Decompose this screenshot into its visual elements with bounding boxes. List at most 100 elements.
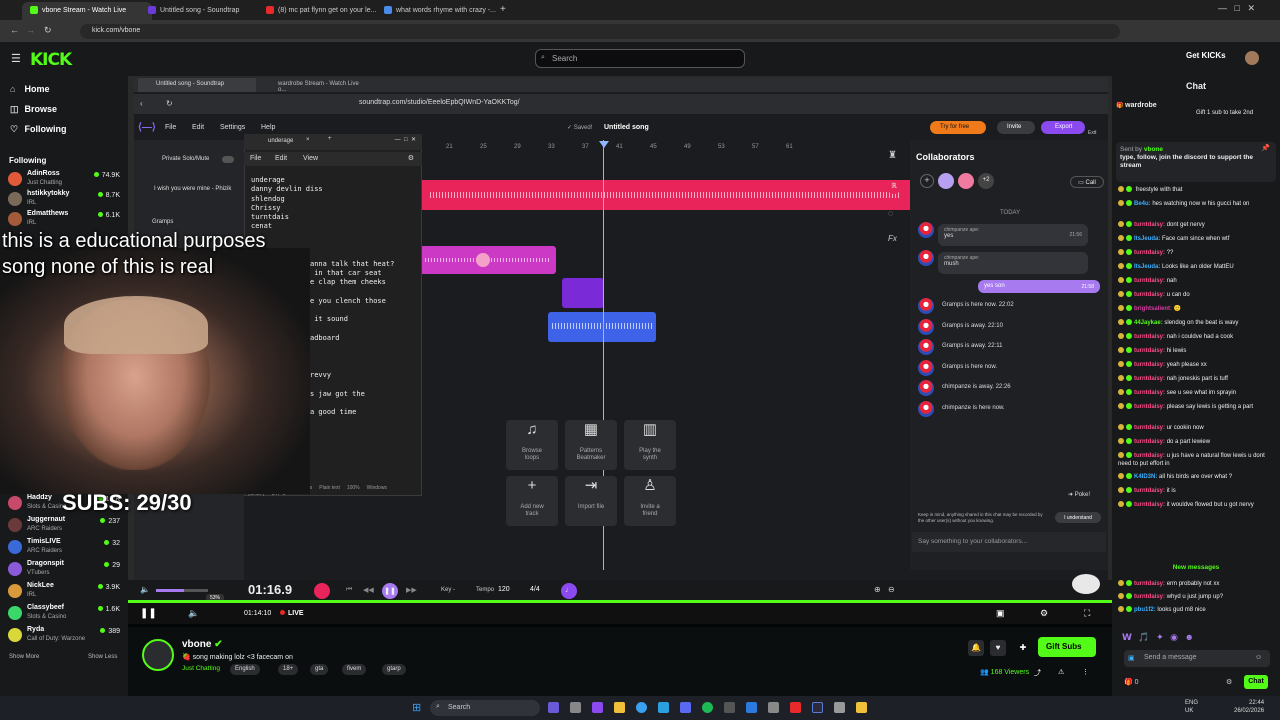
- gift-icon[interactable]: ✚: [1014, 640, 1032, 656]
- settings-icon[interactable]: ⚙: [408, 154, 414, 162]
- stream-tag[interactable]: gta: [310, 664, 329, 675]
- pause-button[interactable]: ❚❚: [382, 583, 398, 599]
- heart-icon[interactable]: ♥: [990, 640, 1006, 656]
- following-item[interactable]: NickLee IRL 3.9K: [8, 582, 123, 604]
- sidebar-item-browse[interactable]: ◫ Browse: [10, 104, 57, 115]
- forward-icon[interactable]: →: [26, 25, 35, 35]
- np-menu-file[interactable]: File: [250, 155, 261, 162]
- chat-message[interactable]: turntdaisy: ??: [1118, 249, 1276, 257]
- chat-username[interactable]: turntdaisy:: [1134, 348, 1165, 354]
- exit-button[interactable]: Exit: [1088, 130, 1096, 136]
- streamer-name[interactable]: vbone ✔: [182, 639, 223, 650]
- zoom-in-icon[interactable]: ⊕: [874, 585, 881, 594]
- avatar[interactable]: [1245, 51, 1259, 65]
- reload-icon[interactable]: ↻: [44, 25, 52, 36]
- np-menu-view[interactable]: View: [303, 155, 318, 162]
- tuner-icon[interactable]: ♜: [888, 150, 897, 161]
- back-icon[interactable]: ◀◀: [363, 586, 374, 594]
- chat-username[interactable]: turntdaisy:: [1134, 581, 1165, 587]
- chat-message[interactable]: turntdaisy: hi lewis: [1118, 347, 1276, 355]
- stream-tag[interactable]: 18+: [278, 664, 299, 675]
- understand-button[interactable]: I understand: [1055, 512, 1101, 523]
- invite-button[interactable]: Invite: [997, 121, 1035, 134]
- following-item[interactable]: TimisLIVE ARC Raiders 32: [8, 538, 123, 560]
- timeline-ruler[interactable]: 21 25 29 33 37 41 45 49 53 57 61: [420, 142, 910, 154]
- gift-subs-button[interactable]: Gift Subs: [1038, 637, 1096, 657]
- tab-soundtrap[interactable]: Untitled song - Soundtrap: [140, 2, 270, 20]
- chat-username[interactable]: turntdaisy:: [1134, 376, 1165, 382]
- private-solo-toggle[interactable]: [222, 156, 234, 163]
- midi-clip-purple[interactable]: [562, 278, 604, 308]
- chat-message[interactable]: turntdaisy: whyd u just jump up?: [1118, 593, 1276, 601]
- stream-tag[interactable]: English: [230, 664, 260, 675]
- key-selector[interactable]: Key -: [441, 587, 455, 593]
- tab-rhymes[interactable]: what words rhyme with crazy -...: [376, 2, 506, 20]
- add-track-button[interactable]: + Add new track: [506, 476, 558, 526]
- chat-username[interactable]: turntdaisy:: [1134, 502, 1165, 508]
- clock[interactable]: 22:44 26/02/2026: [1234, 699, 1264, 715]
- zoom-out-icon[interactable]: ⊖: [888, 585, 895, 594]
- sidebar-item-home[interactable]: ⌂ Home: [10, 84, 50, 94]
- back-icon[interactable]: ‹: [140, 99, 143, 108]
- new-tab-icon[interactable]: +: [500, 4, 506, 15]
- window-controls[interactable]: — □ ✕: [1218, 3, 1255, 14]
- theatre-mode-icon[interactable]: ▣: [996, 608, 1005, 619]
- app-icon[interactable]: [768, 702, 779, 713]
- chat-username[interactable]: ItsJeuda:: [1134, 264, 1160, 270]
- points-display[interactable]: 🎁 0: [1124, 678, 1139, 686]
- spotify-icon[interactable]: [702, 702, 713, 713]
- tab-kick-stream[interactable]: vbone Stream - Watch Live: [22, 2, 152, 20]
- chat-message[interactable]: turntdaisy: yeah please xx: [1118, 361, 1276, 369]
- chat-username[interactable]: 44Jaykae:: [1134, 320, 1163, 326]
- show-less-link[interactable]: Show Less: [88, 654, 117, 660]
- app-icon[interactable]: [790, 702, 801, 713]
- chat-username[interactable]: pbu1f2:: [1134, 607, 1156, 613]
- pause-icon[interactable]: ❚❚: [140, 608, 157, 619]
- chat-username[interactable]: turntdaisy:: [1134, 334, 1165, 340]
- chat-fab-icon[interactable]: [1072, 574, 1100, 594]
- clip-handle[interactable]: [476, 253, 490, 267]
- chrome-icon[interactable]: [636, 702, 647, 713]
- tempo-value[interactable]: 120: [498, 586, 510, 593]
- chat-username[interactable]: turntdaisy:: [1134, 390, 1165, 396]
- stream-tag[interactable]: fivem: [342, 664, 367, 675]
- chat-message[interactable]: turntdaisy: dont get nervy: [1118, 221, 1276, 229]
- track-name[interactable]: I wish you were mine - Phizik: [154, 186, 231, 192]
- app-icon[interactable]: [592, 702, 603, 713]
- chat-message[interactable]: turntdaisy: please say lewis is getting …: [1118, 403, 1276, 411]
- volume-icon[interactable]: 🔈: [188, 608, 199, 619]
- app-icon[interactable]: [680, 702, 691, 713]
- st-tab-1[interactable]: Untitled song - Soundtrap: [138, 78, 256, 92]
- discord-icon[interactable]: [548, 702, 559, 713]
- chat-message[interactable]: turntdaisy: it wouldve flowed but u got …: [1118, 501, 1276, 509]
- vscode-icon[interactable]: [746, 702, 757, 713]
- soundtrap-logo-icon[interactable]: ⟨—⟩: [138, 122, 156, 133]
- try-free-button[interactable]: Try for free: [930, 121, 986, 134]
- url-field[interactable]: kick.com/vbone: [80, 24, 1120, 39]
- chat-message[interactable]: brightsalient: 🙂: [1118, 305, 1276, 313]
- share-icon[interactable]: ⤴: [1034, 668, 1041, 678]
- pin-icon[interactable]: 📌: [1261, 145, 1270, 153]
- record-button[interactable]: [314, 583, 330, 599]
- browse-loops-button[interactable]: ♫ Browse loops: [506, 420, 558, 470]
- system-tray[interactable]: ENG UK: [1185, 699, 1198, 715]
- chat-message[interactable]: 44Jaykae: slendog on the beat is wavy: [1118, 319, 1276, 327]
- menu-settings[interactable]: Settings: [220, 124, 245, 131]
- song-title[interactable]: Untitled song: [604, 124, 649, 131]
- chat-username[interactable]: turntdaisy:: [1134, 594, 1165, 600]
- menu-edit[interactable]: Edit: [192, 124, 204, 131]
- report-icon[interactable]: ⚠: [1058, 668, 1064, 676]
- emote-bar[interactable]: 𝗪 🎵 ✦ ◉ ☻: [1122, 632, 1272, 644]
- chat-message[interactable]: turntdaisy: see u see what im sprayin: [1118, 389, 1276, 397]
- new-tab-icon[interactable]: +: [328, 136, 332, 142]
- time-signature[interactable]: 4/4: [530, 586, 540, 593]
- rewind-icon[interactable]: ⏮: [346, 586, 352, 594]
- call-button[interactable]: ▭ Call: [1070, 176, 1104, 188]
- app-icon[interactable]: [724, 702, 735, 713]
- playhead-marker-icon[interactable]: [599, 141, 609, 148]
- invite-friend-button[interactable]: ♙ Invite a friend: [624, 476, 676, 526]
- chat-username[interactable]: turntdaisy:: [1134, 425, 1165, 431]
- chat-username[interactable]: turntdaisy:: [1134, 488, 1165, 494]
- poke-button[interactable]: ➜ Poke!: [1068, 491, 1090, 498]
- menu-help[interactable]: Help: [261, 124, 275, 131]
